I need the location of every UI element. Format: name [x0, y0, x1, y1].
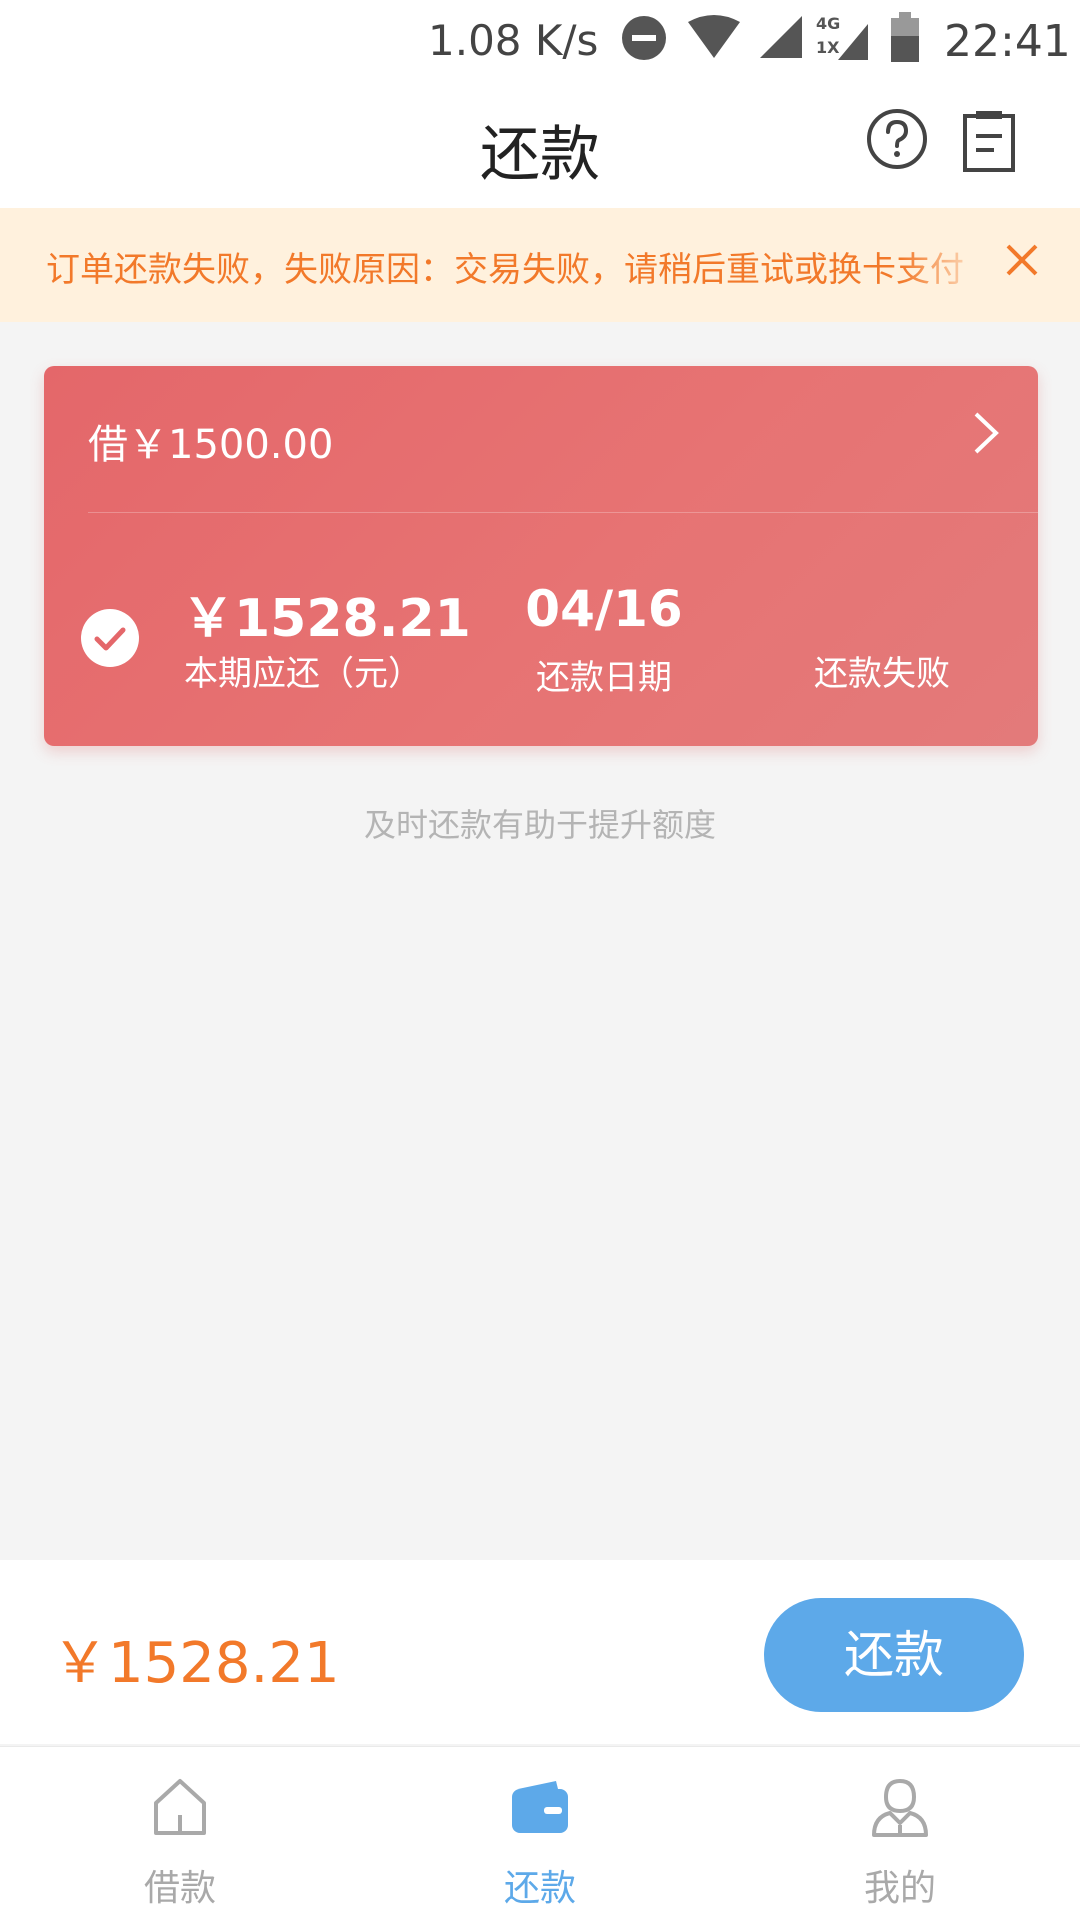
- signal-secondary-icon: [838, 24, 868, 60]
- clipboard-icon[interactable]: [962, 110, 1016, 172]
- amount-due: ￥1528.21: [182, 589, 471, 649]
- nav-item-mine[interactable]: 我的: [800, 1747, 1000, 1920]
- loan-card[interactable]: 借￥1500.00 ￥1528.21 本期应还（元） 04/16 还款日期 还款…: [44, 366, 1038, 746]
- nav-item-borrow[interactable]: 借款: [80, 1747, 280, 1920]
- nav-item-repay[interactable]: 还款: [440, 1747, 640, 1920]
- repay-button[interactable]: 还款: [764, 1598, 1024, 1712]
- card-divider: [88, 512, 1038, 513]
- repayment-tip: 及时还款有助于提升额度: [363, 806, 716, 844]
- network-type-bottom: 1X: [816, 38, 840, 57]
- page-header: 还款: [0, 80, 1080, 208]
- notice-fade: [900, 234, 990, 294]
- bottom-nav: 借款 还款 我的: [0, 1746, 1080, 1920]
- total-amount: ￥1528.21: [52, 1631, 340, 1696]
- check-circle-icon[interactable]: [80, 608, 140, 668]
- close-icon[interactable]: [1004, 242, 1040, 278]
- failure-notice-text: 订单还款失败，失败原因：交易失败，请稍后重试或换卡支付: [46, 250, 964, 290]
- nav-label-borrow: 借款: [143, 1868, 216, 1909]
- payment-bar: ￥1528.21 还款: [0, 1560, 1080, 1744]
- network-type-top: 4G: [816, 14, 841, 33]
- status-time: 22:41: [944, 16, 1071, 67]
- network-speed: 1.08 K/s: [428, 16, 599, 65]
- question-circle-icon[interactable]: [866, 108, 928, 170]
- person-icon: [872, 1778, 928, 1837]
- repayment-status: 还款失败: [814, 654, 950, 694]
- due-date: 04/16: [525, 580, 683, 638]
- status-bar: 1.08 K/s 4G 1X 22:41: [0, 0, 1080, 80]
- signal-icon: [760, 16, 802, 58]
- network-type-badge: 4G 1X: [814, 14, 870, 62]
- amount-due-label: 本期应还（元）: [184, 654, 422, 694]
- wallet-icon: [512, 1781, 568, 1833]
- battery-icon: [891, 12, 919, 62]
- due-date-label: 还款日期: [536, 658, 672, 698]
- do-not-disturb-icon: [622, 16, 666, 60]
- chevron-right-icon[interactable]: [968, 408, 1004, 458]
- failure-notice-banner: 订单还款失败，失败原因：交易失败，请稍后重试或换卡支付: [0, 208, 1080, 322]
- nav-label-repay: 还款: [503, 1868, 576, 1909]
- home-icon: [154, 1779, 206, 1835]
- nav-label-mine: 我的: [863, 1868, 936, 1909]
- loan-principal: 借￥1500.00: [88, 422, 334, 468]
- wifi-icon: [688, 15, 740, 58]
